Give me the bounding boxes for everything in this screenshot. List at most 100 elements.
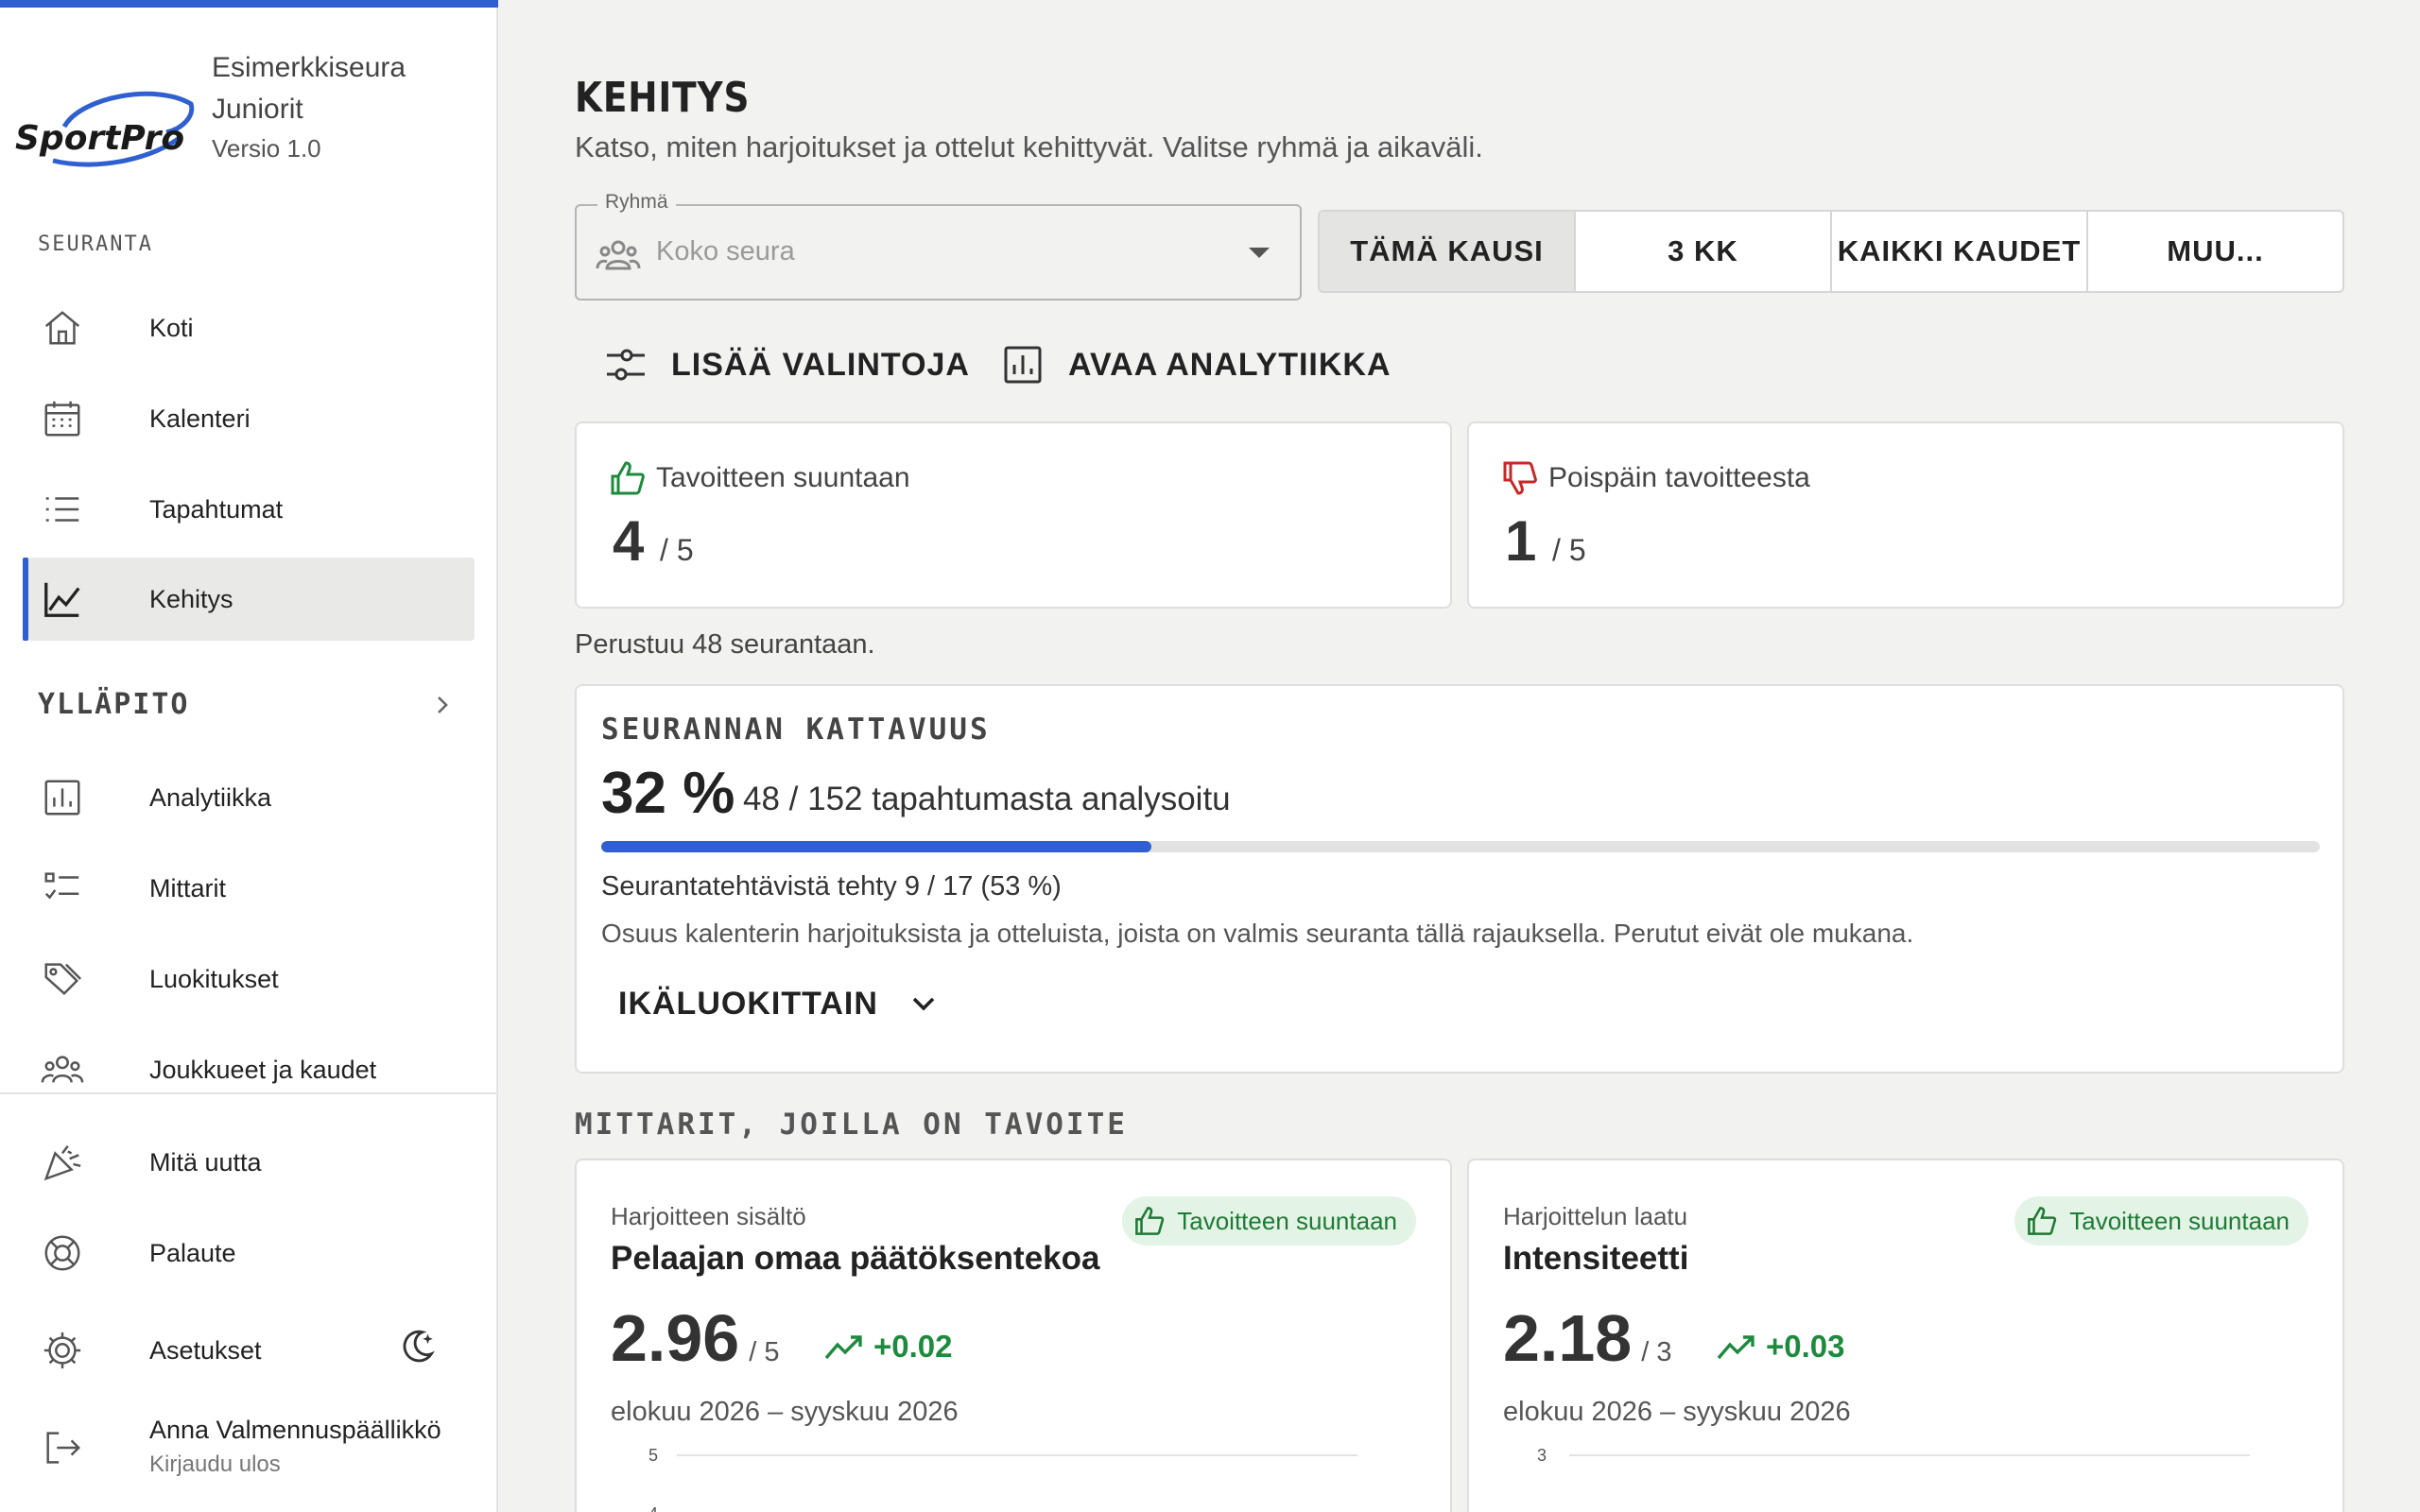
- bar-chart-icon: [40, 777, 85, 818]
- thumb-up-icon: [2028, 1207, 2057, 1235]
- dropdown-caret-icon: [1249, 248, 1270, 258]
- sidebar-item-calendar[interactable]: Kalenteri: [23, 377, 475, 460]
- sidebar-item-label: Mitä uutta: [149, 1147, 262, 1177]
- thumb-down-icon: [1503, 461, 1537, 495]
- celebration-icon: [40, 1142, 85, 1183]
- list-icon: [40, 489, 85, 530]
- trending-up-icon: [824, 1335, 862, 1360]
- sportpro-logo[interactable]: SportPro: [15, 70, 195, 174]
- age-group-toggle[interactable]: IKÄLUOKITTAIN: [618, 985, 942, 1022]
- sidebar-item-label: Analytiikka: [149, 782, 272, 812]
- metric-mini-chart: 3: [1537, 1448, 2250, 1465]
- range-all-seasons[interactable]: KAIKKI KAUDET: [1832, 212, 2088, 291]
- groups-icon: [40, 1049, 85, 1091]
- stat-value-towards: 4 / 5: [613, 509, 694, 573]
- metric-value: 2.18/ 3: [1503, 1301, 1672, 1375]
- status-badge: Tavoitteen suuntaan: [1122, 1196, 1416, 1246]
- sliders-icon: [607, 349, 645, 381]
- svg-text:SportPro: SportPro: [15, 119, 184, 158]
- sidebar-item-teams[interactable]: Joukkueet ja kaudet: [23, 1028, 475, 1111]
- metric-value: 2.96/ 5: [611, 1301, 780, 1375]
- sidebar-item-label: Koti: [149, 313, 194, 342]
- open-analytics-label: AVAA ANALYTIIKKA: [1068, 346, 1392, 383]
- group-select-label: Ryhmä: [597, 191, 676, 214]
- bar-chart-icon: [1004, 346, 1042, 384]
- coverage-note: Osuus kalenterin harjoituksista ja ottel…: [601, 919, 1914, 948]
- sidebar-item-label: Kehitys: [149, 584, 233, 613]
- more-filters-label: LISÄÄ VALINTOJA: [671, 346, 970, 383]
- thumb-up-icon: [1135, 1207, 1165, 1235]
- sidebar: SportPro Esimerkkiseura Juniorit Versio …: [0, 0, 498, 1512]
- coverage-detail: 48 / 152 tapahtumasta analysoitu: [743, 781, 1231, 817]
- sidebar-item-feedback[interactable]: Palaute: [23, 1211, 475, 1295]
- metric-card[interactable]: Harjoitteen sisältö Pelaajan omaa päätök…: [575, 1159, 1452, 1512]
- metric-category: Harjoitteen sisältö: [611, 1202, 806, 1230]
- coverage-tasks: Seurantatehtävistä tehty 9 / 17 (53 %): [601, 871, 1062, 902]
- dark-mode-toggle-icon[interactable]: [395, 1325, 439, 1368]
- sidebar-item-events[interactable]: Tapahtumat: [23, 468, 475, 551]
- metric-date-range: elokuu 2026 – syyskuu 2026: [611, 1397, 959, 1427]
- range-custom[interactable]: MUU...: [2088, 212, 2342, 291]
- trend-chart-icon: [40, 578, 85, 620]
- page-title: KEHITYS: [575, 74, 751, 122]
- calendar-icon: [40, 398, 85, 439]
- stat-card-towards: Tavoitteen suuntaan 4 / 5: [575, 421, 1452, 609]
- main-content: KEHITYS Katso, miten harjoitukset ja ott…: [575, 0, 2344, 1512]
- sidebar-user-logout[interactable]: Anna Valmennuspäällikkö Kirjaudu ulos: [23, 1406, 475, 1491]
- stat-title: Tavoitteen suuntaan: [609, 459, 910, 497]
- tags-icon: [40, 958, 85, 1000]
- sidebar-item-label: Asetukset: [149, 1335, 262, 1365]
- sidebar-divider: [0, 1092, 498, 1094]
- thumb-up-icon: [611, 461, 645, 495]
- checklist-icon: [40, 868, 85, 909]
- sidebar-item-label: Palaute: [149, 1238, 236, 1267]
- group-select[interactable]: Ryhmä Koko seura: [575, 191, 1302, 301]
- coverage-title: SEURANNAN KATTAVUUS: [601, 713, 991, 747]
- more-filters-button[interactable]: LISÄÄ VALINTOJA: [603, 336, 970, 393]
- sidebar-item-metrics[interactable]: Mittarit: [23, 847, 475, 930]
- axis-tick-label: 3: [1537, 1448, 1547, 1465]
- stats-basis: Perustuu 48 seurantaan.: [575, 629, 875, 660]
- open-analytics-button[interactable]: AVAA ANALYTIIKKA: [1000, 336, 1392, 393]
- stat-card-away: Poispäin tavoitteesta 1 / 5: [1467, 421, 2344, 609]
- sidebar-item-classifications[interactable]: Luokitukset: [23, 937, 475, 1021]
- home-icon: [40, 307, 85, 349]
- coverage-progress-fill: [601, 841, 1151, 852]
- range-3-months[interactable]: 3 KK: [1576, 212, 1832, 291]
- coverage-progress-bar: [601, 841, 2320, 852]
- sidebar-item-label: Joukkueet ja kaudet: [149, 1055, 377, 1084]
- chevron-down-icon: [912, 997, 935, 1011]
- stat-value-away: 1 / 5: [1505, 509, 1586, 573]
- sidebar-item-whats-new[interactable]: Mitä uutta: [23, 1121, 475, 1204]
- coverage-percent: 32 %: [601, 761, 735, 826]
- status-badge: Tavoitteen suuntaan: [2014, 1196, 2308, 1246]
- metric-date-range: elokuu 2026 – syyskuu 2026: [1503, 1397, 1851, 1427]
- chevron-right-icon[interactable]: [431, 692, 454, 718]
- sidebar-item-label: Luokitukset: [149, 964, 279, 993]
- section-label-admin: YLLÄPITO: [38, 688, 190, 721]
- metric-delta: +0.02: [824, 1329, 953, 1365]
- user-name: Anna Valmennuspäällikkö: [149, 1416, 441, 1444]
- trending-up-icon: [1717, 1335, 1754, 1360]
- metric-name: Pelaajan omaa päätöksentekoa: [611, 1240, 1100, 1277]
- sidebar-item-label: Kalenteri: [149, 404, 251, 433]
- time-range-segmented: TÄMÄ KAUSI 3 KK KAIKKI KAUDET MUU...: [1318, 210, 2344, 293]
- metric-name: Intensiteetti: [1503, 1240, 1689, 1277]
- sidebar-item-label: Mittarit: [149, 873, 226, 902]
- sidebar-item-development[interactable]: Kehitys: [23, 558, 475, 641]
- range-this-season[interactable]: TÄMÄ KAUSI: [1320, 212, 1576, 291]
- axis-tick-label: 5: [648, 1448, 658, 1465]
- logout-icon: [40, 1427, 85, 1469]
- brand: SportPro Esimerkkiseura Juniorit Versio …: [15, 43, 488, 176]
- metric-delta: +0.03: [1717, 1329, 1845, 1365]
- lifebuoy-icon: [40, 1232, 85, 1274]
- sidebar-item-home[interactable]: Koti: [23, 286, 475, 369]
- axis-tick-label: 4: [648, 1504, 658, 1512]
- logout-label: Kirjaudu ulos: [149, 1452, 281, 1477]
- metrics-heading: MITTARIT, JOILLA ON TAVOITE: [575, 1108, 1128, 1142]
- metric-card[interactable]: Harjoittelun laatu Intensiteetti Tavoitt…: [1467, 1159, 2344, 1512]
- sidebar-item-analytics[interactable]: Analytiikka: [23, 756, 475, 839]
- coverage-card: SEURANNAN KATTAVUUS 32 % 48 / 152 tapaht…: [575, 684, 2344, 1074]
- groups-icon: [596, 240, 641, 270]
- org-name: Esimerkkiseura Juniorit: [212, 52, 406, 125]
